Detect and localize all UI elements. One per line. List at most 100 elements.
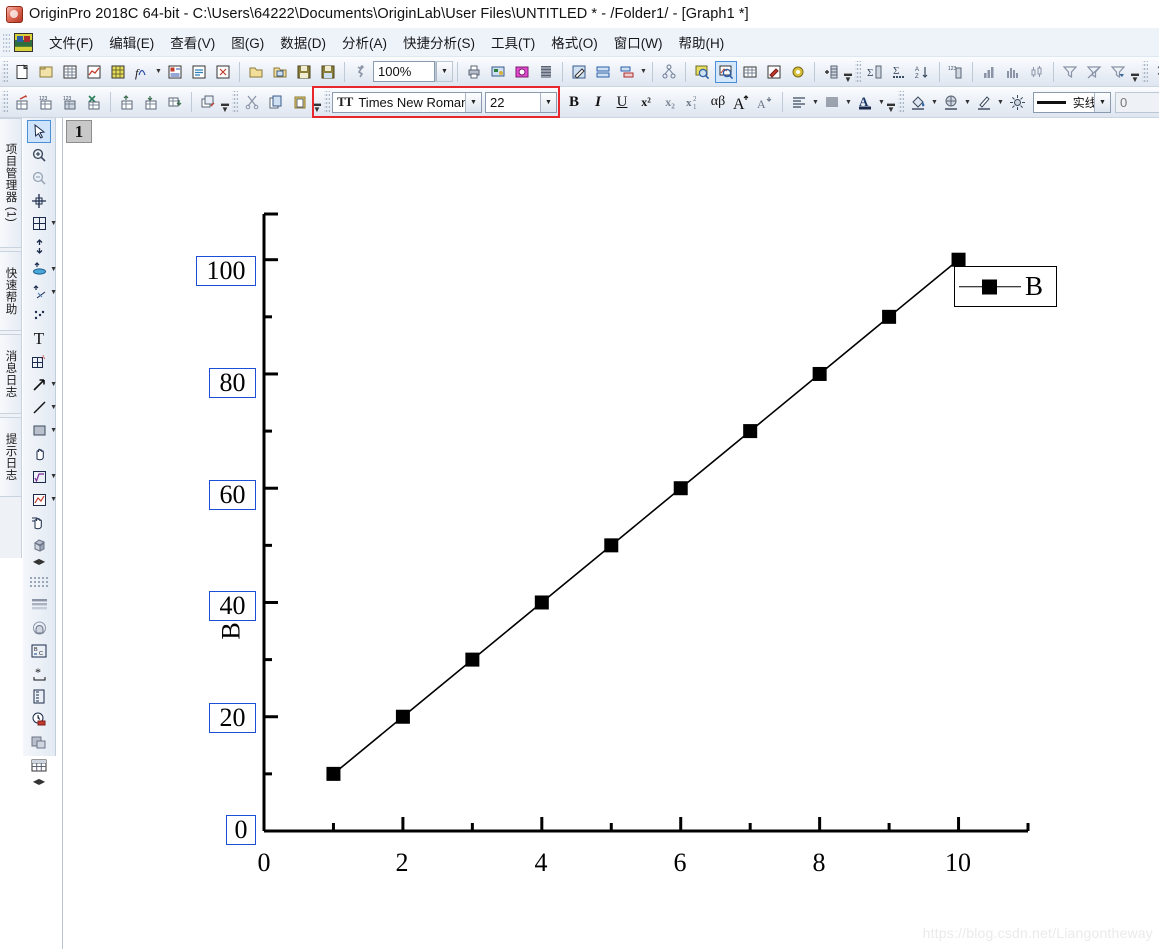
menu-analysis[interactable]: 分析(A) [334, 29, 395, 55]
line-color-icon[interactable] [973, 91, 995, 113]
align-icon[interactable] [788, 91, 810, 113]
summary-stats-icon[interactable]: Σ [888, 61, 910, 83]
pattern-icon[interactable] [940, 91, 962, 113]
y-tick-label-80[interactable]: 80 [209, 368, 256, 398]
move-down-icon[interactable] [140, 91, 162, 113]
chevron-down-icon[interactable]: ▼ [50, 220, 57, 227]
columns-chevron-down-icon[interactable]: ▼ [844, 91, 853, 113]
menu-view[interactable]: 查看(V) [162, 29, 223, 55]
toolbar-overflow-button[interactable]: ▬ ▼ [1130, 61, 1140, 83]
save-project-icon[interactable] [293, 61, 315, 83]
fill-color-icon[interactable] [907, 91, 929, 113]
menu-window[interactable]: 窗口(W) [606, 29, 671, 55]
data-point-marker[interactable] [812, 366, 827, 381]
x-tick-label-6[interactable]: 6 [659, 850, 701, 876]
move-up-icon[interactable] [116, 91, 138, 113]
print-icon[interactable] [463, 61, 485, 83]
increase-font-icon[interactable]: A [731, 91, 753, 113]
sparkline-icon[interactable]: ▼ [27, 488, 57, 511]
sub-superscript-button[interactable]: x21 [683, 91, 705, 113]
copy-icon[interactable] [265, 91, 287, 113]
toolbar-grip[interactable] [2, 60, 8, 83]
menu-file[interactable]: 文件(F) [41, 29, 101, 55]
regional-mask-icon[interactable] [27, 304, 51, 327]
data-point-marker[interactable] [673, 481, 688, 496]
edit-mode-icon[interactable] [568, 61, 590, 83]
set-values-icon[interactable]: 123 [945, 61, 967, 83]
zoom-level-combo[interactable]: 100% [373, 61, 435, 82]
gradient-icon[interactable] [27, 593, 51, 616]
toolbar-overflow-button[interactable]: ▬ ▼ [220, 91, 230, 114]
toolbar-overflow-button[interactable]: ▬ ▼ [843, 61, 853, 83]
add-layer-icon[interactable] [820, 61, 842, 83]
rotate-icon[interactable] [27, 511, 51, 534]
export-video-icon[interactable] [535, 61, 557, 83]
rectangle-icon[interactable]: ▼ [27, 419, 57, 442]
decrease-font-icon[interactable]: A [755, 91, 777, 113]
add-columns-icon[interactable]: 123 [35, 91, 57, 113]
rail-tab-project-explorer[interactable]: 项目管理器 (1) [0, 118, 22, 248]
new-workbook-icon[interactable] [59, 61, 81, 83]
x-tick-label-8[interactable]: 8 [798, 850, 840, 876]
toolbar-grip[interactable] [855, 60, 861, 83]
font-color-icon[interactable]: A [854, 91, 876, 113]
toolbar-grip[interactable] [2, 91, 8, 113]
palette-expand-button[interactable]: ◀▶ [23, 557, 56, 566]
timestamp-icon[interactable] [27, 708, 51, 731]
chevron-down-icon[interactable]: ▼ [465, 92, 481, 112]
chevron-down-icon[interactable]: ▼ [50, 381, 57, 388]
chevron-down-icon[interactable]: ▼ [50, 404, 57, 411]
chevron-down-icon[interactable]: ▼ [540, 92, 556, 112]
menu-help[interactable]: 帮助(H) [670, 29, 732, 55]
y-axis-title[interactable]: B [217, 622, 246, 639]
toolbar-grip[interactable] [232, 91, 238, 113]
pan-icon[interactable] [27, 442, 51, 465]
new-function-plot-chevron-down-icon[interactable]: ▼ [154, 61, 163, 83]
x-tick-label-4[interactable]: 4 [520, 850, 562, 876]
align-chevron-down-icon[interactable]: ▼ [811, 91, 820, 113]
menu-data[interactable]: 数据(D) [272, 29, 334, 55]
line-color-chevron-down-icon[interactable]: ▼ [996, 91, 1005, 113]
equation-icon[interactable]: ▼ [27, 465, 57, 488]
bold-button[interactable]: B [563, 91, 585, 113]
cut-icon[interactable] [241, 91, 263, 113]
text-tool-icon[interactable]: T [27, 327, 51, 350]
data-point-marker[interactable] [604, 538, 619, 553]
new-matrix-icon[interactable] [107, 61, 129, 83]
x-tick-label-0[interactable]: 0 [243, 850, 285, 876]
arch-icon[interactable] [27, 616, 51, 639]
y-tick-label-20[interactable]: 20 [209, 703, 256, 733]
asterisk-icon[interactable]: * [27, 662, 51, 685]
insert-columns-icon[interactable]: 123 [59, 91, 81, 113]
y-tick-label-100[interactable]: 100 [196, 256, 256, 286]
y-tick-label-0[interactable]: 0 [226, 815, 256, 845]
zoom-level-dropdown-arrow[interactable]: ▼ [435, 61, 453, 82]
box-chart-icon[interactable] [1026, 61, 1048, 83]
pattern-chevron-down-icon[interactable]: ▼ [963, 91, 972, 113]
new-layout-icon[interactable] [164, 61, 186, 83]
chevron-down-icon[interactable]: ▼ [50, 266, 57, 273]
duplicate-icon[interactable] [197, 91, 219, 113]
italic-button[interactable]: I [587, 91, 609, 113]
new-function-plot-icon[interactable]: f [131, 61, 153, 83]
data-point-marker[interactable] [465, 652, 480, 667]
copy-page-icon[interactable] [27, 731, 51, 754]
x-tick-label-10[interactable]: 10 [930, 850, 986, 876]
scale-icon[interactable]: ▼ [27, 212, 57, 235]
superscript-button[interactable]: x² [635, 91, 657, 113]
histogram-icon[interactable] [1002, 61, 1024, 83]
run-script-icon[interactable] [350, 61, 372, 83]
font-size-combo[interactable]: 22 ▼ [485, 91, 557, 113]
extract-layers-chevron-down-icon[interactable]: ▼ [639, 61, 648, 83]
layer-management-icon[interactable] [658, 61, 680, 83]
data-point-marker[interactable] [882, 309, 897, 324]
show-worksheet-icon[interactable] [739, 61, 761, 83]
line-style-combo[interactable]: 实线 ▼ [1033, 91, 1111, 113]
chevron-down-icon[interactable]: ▼ [1094, 92, 1110, 112]
open-excel-icon[interactable] [269, 61, 291, 83]
sort-icon[interactable]: AZ [912, 61, 934, 83]
data-selector-icon[interactable]: ▼ [27, 281, 57, 304]
toolbar-overflow-button[interactable]: ▬ ▼ [886, 91, 896, 114]
y-tick-label-60[interactable]: 60 [209, 480, 256, 510]
greek-button[interactable]: αβ [707, 91, 729, 113]
